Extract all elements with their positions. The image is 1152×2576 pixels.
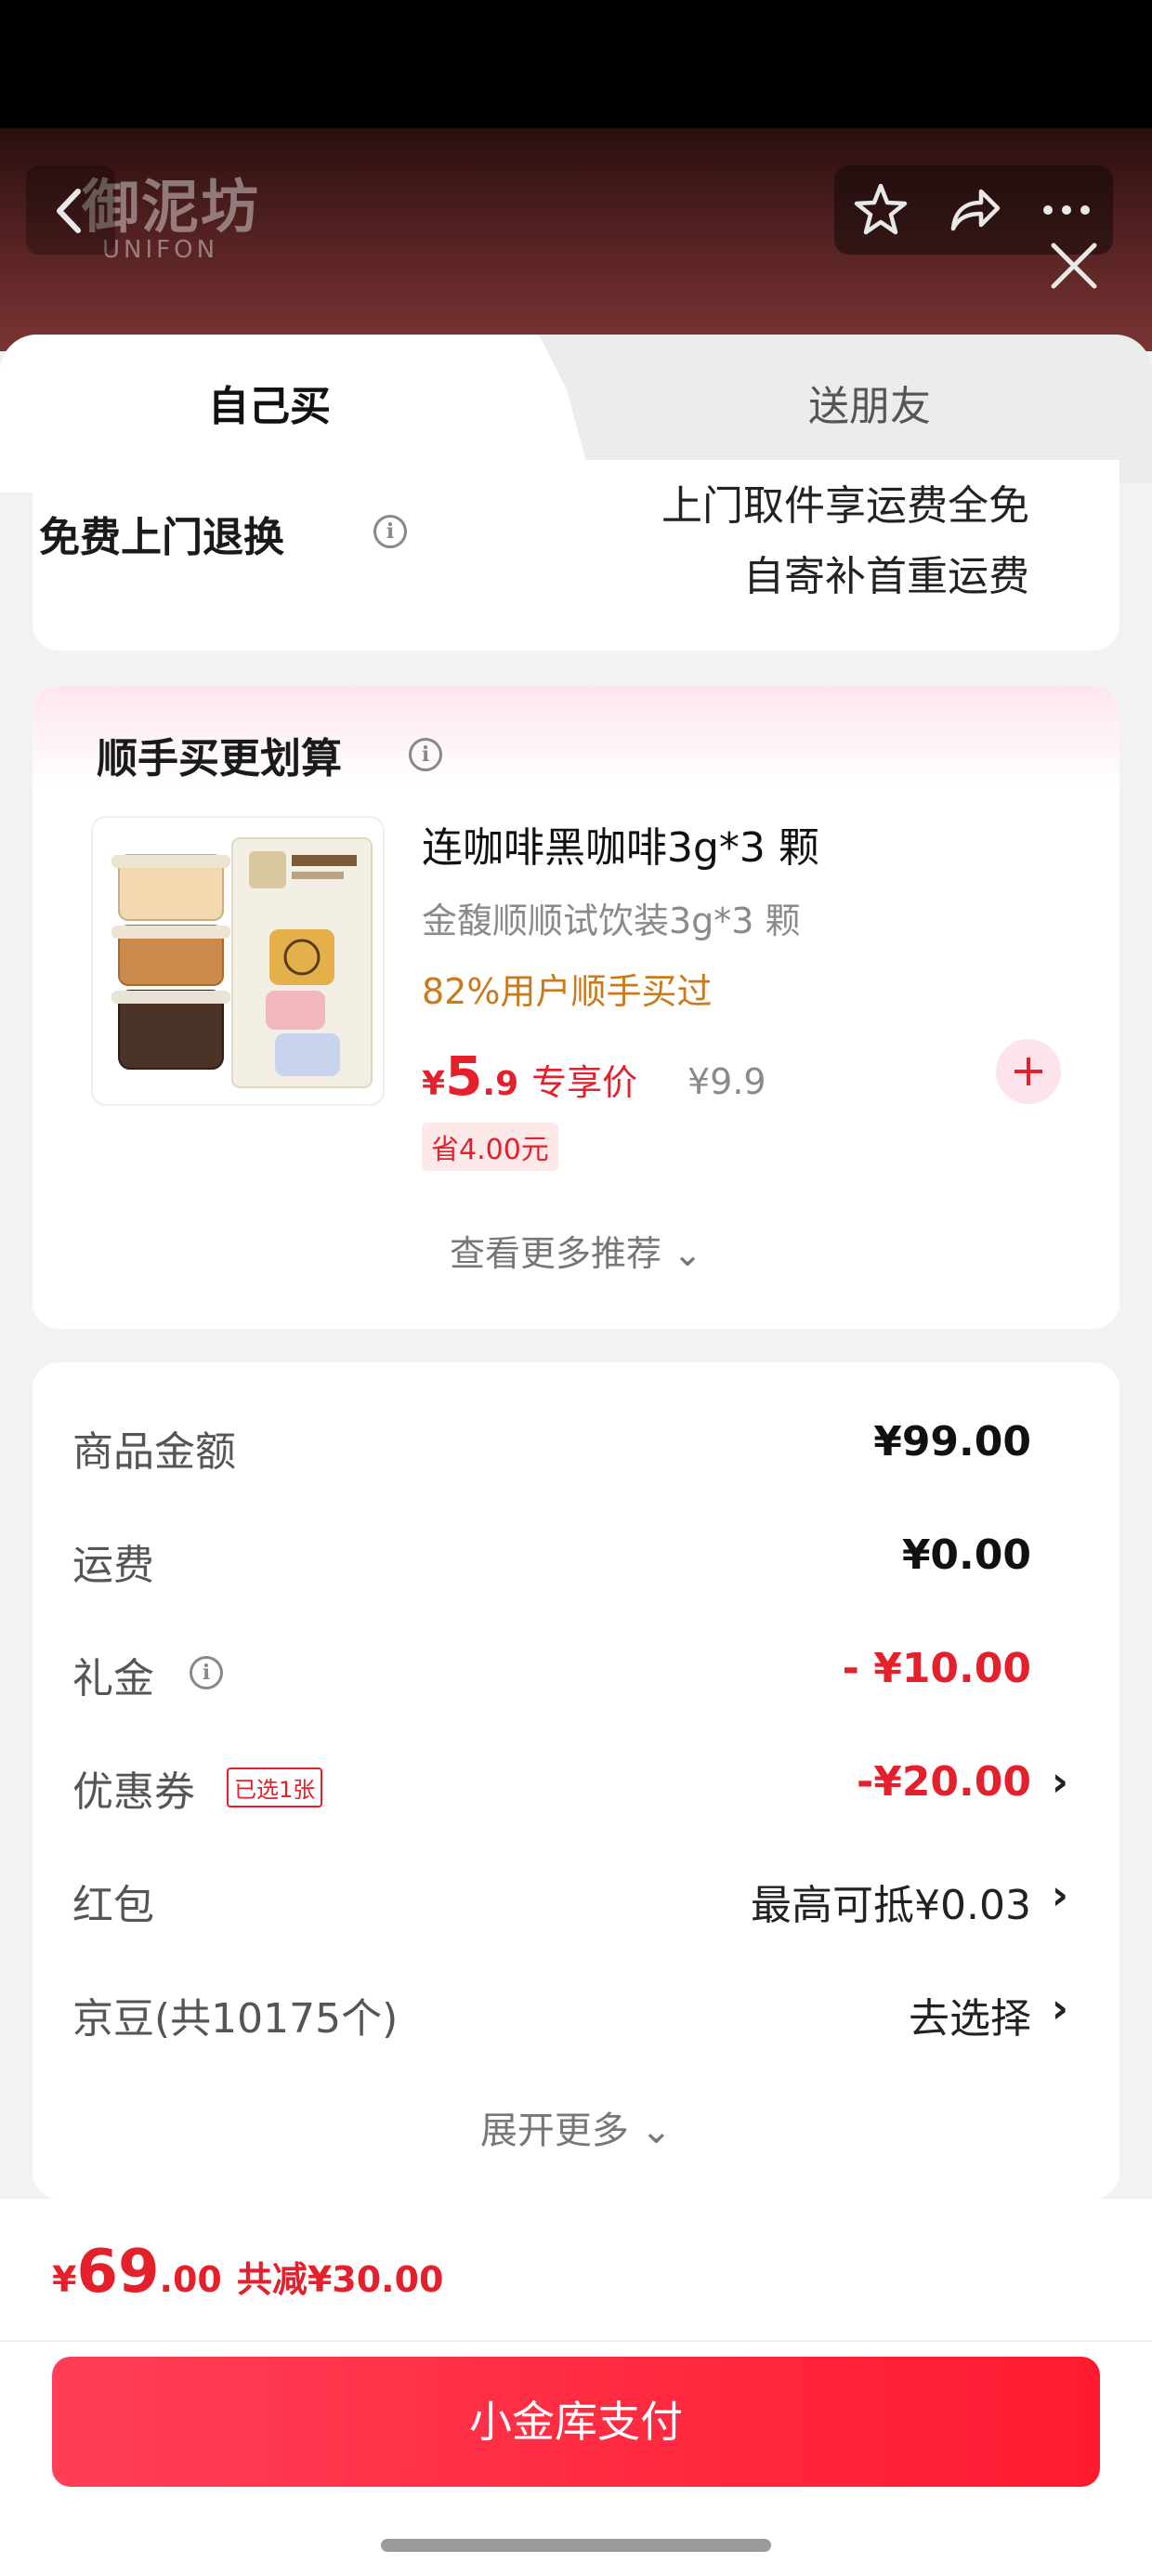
status-bar (0, 0, 1152, 128)
goods-amount-label: 商品金额 (72, 1428, 236, 1476)
chevron-right-icon[interactable]: › (1052, 1985, 1068, 2032)
star-icon[interactable] (851, 180, 910, 240)
product-purchase-rate: 82%用户顺手买过 (422, 971, 713, 1012)
product-price: ¥5.9 专享价 (422, 1045, 638, 1108)
return-service-label: 免费上门退换 (39, 514, 284, 561)
goods-amount-value: ¥99.00 (873, 1418, 1031, 1465)
coupon-label[interactable]: 优惠券 (72, 1758, 195, 1818)
back-button[interactable] (26, 165, 115, 255)
return-service-line2: 自寄补首重运费 (743, 553, 1029, 600)
return-service-line1: 上门取件享运费全免 (661, 482, 1029, 530)
tab-self-buy[interactable]: 自己买 (208, 379, 331, 435)
shipping-value: ¥0.00 (901, 1531, 1031, 1579)
product-image[interactable] (91, 816, 385, 1106)
red-packet-value[interactable]: 最高可抵¥0.03 (751, 1872, 1031, 1931)
coupon-selected-badge: 已选1张 (227, 1768, 323, 1807)
back-arrow-icon (57, 189, 81, 233)
add-to-order-button[interactable] (996, 1039, 1061, 1104)
original-price: ¥9.9 (687, 1061, 766, 1102)
divider (0, 2340, 1152, 2342)
jd-beans-value[interactable]: 去选择 (909, 1985, 1031, 2044)
close-icon[interactable] (1048, 240, 1100, 292)
info-icon[interactable]: i (373, 515, 407, 548)
chevron-right-icon[interactable]: › (1052, 1872, 1068, 1919)
coffee-product-image (111, 837, 373, 1088)
gift-money-label: 礼金 (72, 1655, 154, 1702)
product-name[interactable]: 连咖啡黑咖啡3g*3 颗 (422, 814, 819, 874)
save-badge: 省4.00元 (422, 1123, 558, 1171)
more-icon[interactable] (1037, 180, 1096, 240)
see-more-recommendations[interactable]: 查看更多推荐 ⌄ (0, 1225, 1152, 1276)
chevron-right-icon[interactable]: › (1052, 1758, 1068, 1806)
info-icon[interactable]: i (190, 1656, 223, 1689)
info-icon[interactable]: i (409, 738, 442, 771)
jd-beans-label[interactable]: 京豆(共10175个) (72, 1985, 398, 2044)
home-indicator[interactable] (381, 2539, 771, 2552)
product-subtitle: 金馥顺顺试饮装3g*3 颗 (422, 900, 801, 941)
upsell-title: 顺手买更划算 (97, 735, 342, 782)
gift-money-value: - ¥10.00 (842, 1645, 1031, 1692)
coupon-value[interactable]: -¥20.00 (857, 1758, 1031, 1806)
total-price: ¥69.00 共减¥30.00 (52, 2238, 444, 2307)
pay-button[interactable]: 小金库支付 (52, 2357, 1100, 2487)
shipping-label: 运费 (72, 1542, 154, 1589)
share-icon[interactable] (944, 180, 1003, 240)
expand-more-button[interactable]: 展开更多 ⌄ (0, 2100, 1152, 2154)
tab-send-friend[interactable]: 送朋友 (808, 379, 931, 435)
red-packet-label[interactable]: 红包 (72, 1872, 154, 1931)
